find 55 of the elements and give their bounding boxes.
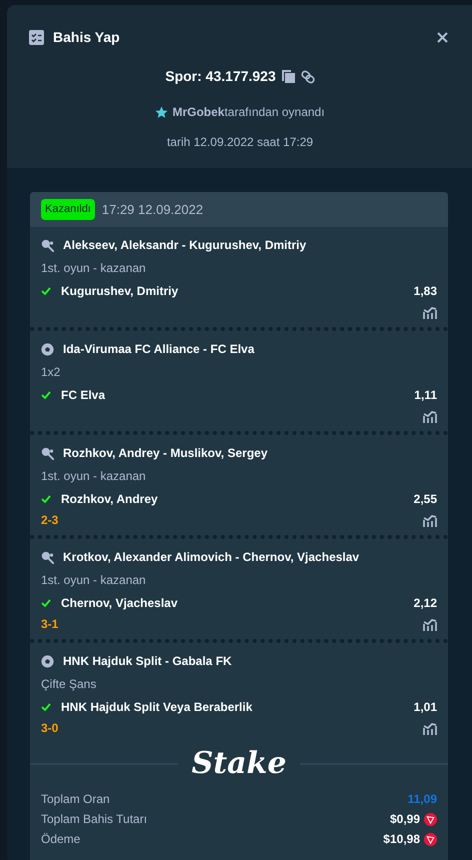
event-name[interactable]: Alekseev, Aleksandr - Kugurushev, Dmitriy: [63, 236, 306, 254]
odds-value: 2,12: [414, 595, 437, 612]
total-value: $10,98: [383, 831, 420, 848]
score: 2-3: [41, 512, 58, 529]
coin-icon: [424, 812, 437, 826]
selection-name: FC Elva: [61, 387, 106, 404]
slip-time: 17:29 12.09.2022: [102, 200, 204, 219]
tennis-racket-icon: [41, 238, 54, 252]
selection-name: Chernov, Vjacheslav: [61, 595, 178, 612]
market-name: 1st. oyun - kazanan: [41, 572, 147, 589]
total-label: Toplam Oran: [41, 791, 110, 808]
total-value: $0,99: [390, 811, 420, 828]
bet-date: tarih 12.09.2022 saat 17:29: [166, 134, 314, 151]
soccer-ball-icon: [41, 654, 54, 668]
odds-value: 1,11: [414, 387, 437, 404]
total-label: Toplam Bahis Tutarı: [41, 811, 148, 828]
total-label: Ödeme: [41, 831, 80, 848]
statistics-icon[interactable]: [423, 306, 437, 318]
selection-name: Kugurushev, Dmitriy: [61, 283, 178, 300]
selection-name: Rozhkov, Andrey: [61, 491, 158, 508]
coin-icon: [424, 832, 437, 846]
event-name[interactable]: Rozhkov, Andrey - Muslikov, Sergey: [63, 444, 268, 462]
odds-value: 2,55: [414, 491, 437, 508]
close-icon: [437, 32, 448, 43]
status-badge: Kazanıldı: [41, 199, 95, 220]
statistics-icon[interactable]: [423, 514, 437, 526]
selection-name: HNK Hajduk Split Veya Beraberlik: [61, 699, 252, 716]
odds-value: 1,01: [414, 699, 437, 716]
statistics-icon[interactable]: [423, 618, 437, 630]
event-name[interactable]: HNK Hajduk Split - Gabala FK: [63, 652, 232, 670]
tennis-racket-icon: [41, 446, 54, 460]
statistics-icon[interactable]: [423, 410, 437, 422]
copy-icon[interactable]: [282, 70, 295, 83]
checklist-icon: [29, 30, 44, 45]
close-button[interactable]: [437, 32, 448, 43]
market-name: 1x2: [41, 364, 62, 381]
soccer-ball-icon: [41, 342, 54, 356]
market-name: 1st. oyun - kazanan: [41, 260, 147, 277]
star-icon: [155, 106, 168, 118]
event-name[interactable]: Krotkov, Alexander Alimovich - Chernov, Vjacheslav: [63, 548, 360, 566]
market-name: 1st. oyun - kazanan: [41, 468, 147, 485]
score: 3-1: [41, 616, 58, 633]
tennis-racket-icon: [41, 550, 54, 564]
market-name: Çifte Şans: [41, 676, 98, 693]
brand-logo: Stake: [190, 749, 288, 779]
bet-id: Spor: 43.177.923: [165, 67, 276, 86]
event-name[interactable]: Ida-Virumaa FC Alliance - FC Elva: [63, 340, 254, 358]
played-by-text: tarafından oynandı: [224, 104, 325, 121]
player-name[interactable]: MrGobek: [172, 103, 224, 121]
modal-title: Bahis Yap: [53, 28, 120, 47]
odds-value: 1,83: [414, 283, 437, 300]
score: 3-0: [41, 720, 58, 737]
link-icon[interactable]: [300, 70, 315, 84]
total-value: 11,09: [408, 791, 437, 808]
statistics-icon[interactable]: [423, 722, 437, 734]
